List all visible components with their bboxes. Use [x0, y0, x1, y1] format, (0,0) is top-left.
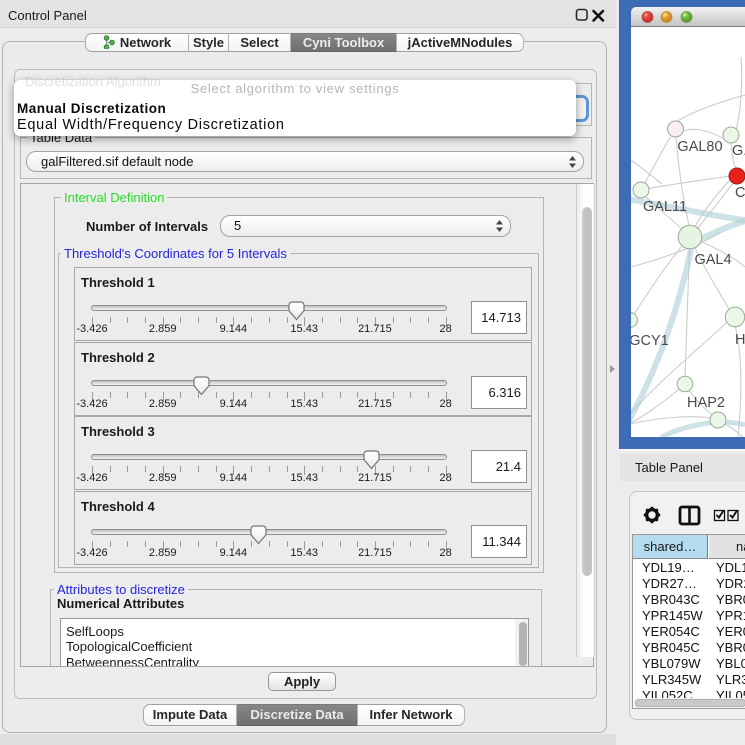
svg-text:GAL4: GAL4	[694, 252, 731, 268]
svg-text:GAL11: GAL11	[643, 199, 687, 215]
svg-text:G.: G.	[732, 143, 745, 159]
svg-text:HAP2: HAP2	[687, 395, 725, 411]
svg-text:GAL80: GAL80	[677, 139, 722, 155]
svg-text:C: C	[735, 185, 745, 201]
svg-text:HI: HI	[735, 332, 745, 348]
svg-text:GCY1: GCY1	[631, 333, 669, 349]
